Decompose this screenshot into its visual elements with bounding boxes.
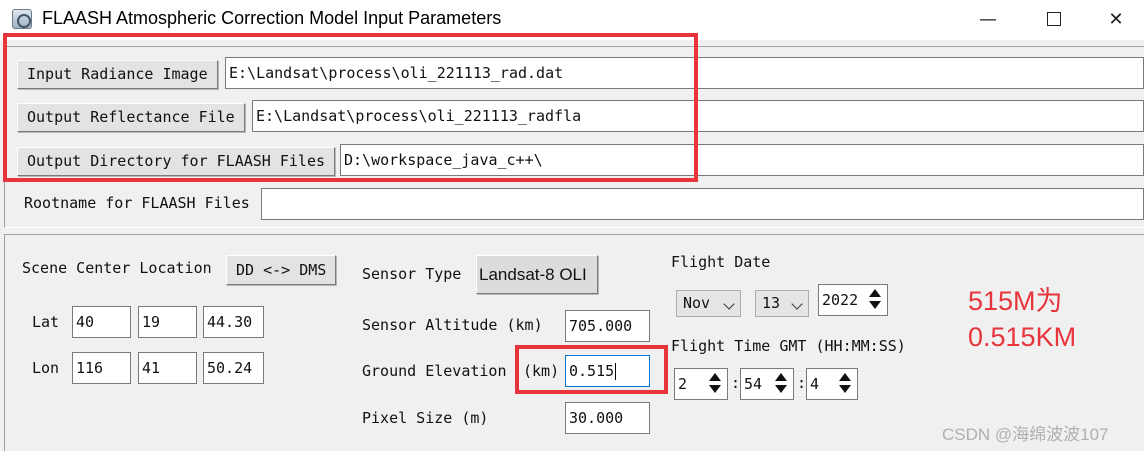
pixel-size-label: Pixel Size (m) — [362, 409, 489, 427]
time-separator: : — [797, 374, 807, 392]
sensor-altitude-label: Sensor Altitude (km) — [362, 316, 543, 334]
flight-hour-value: 2 — [678, 375, 688, 393]
close-button[interactable]: ✕ — [1086, 0, 1144, 40]
spinner-arrows-icon[interactable] — [705, 371, 725, 397]
lon-minutes-field[interactable]: 41 — [138, 352, 197, 384]
lat-label: Lat — [32, 313, 60, 331]
flight-year-spinner[interactable]: 2022 — [818, 284, 888, 316]
annotation-box-files — [3, 33, 698, 182]
flight-month-dropdown[interactable]: Nov — [676, 290, 741, 317]
window-title: FLAASH Atmospheric Correction Model Inpu… — [42, 8, 502, 28]
chevron-down-icon — [791, 298, 803, 310]
lon-seconds-field[interactable]: 50.24 — [203, 352, 264, 384]
sensor-altitude-field[interactable]: 705.000 — [565, 310, 650, 342]
lat-minutes-field[interactable]: 19 — [138, 306, 197, 338]
watermark: CSDN @海绵波波107 — [942, 425, 1109, 444]
annotation-note: 515M为 0.515KM — [968, 283, 1076, 355]
spinner-arrows-icon[interactable] — [865, 287, 885, 313]
spinner-arrows-icon[interactable] — [835, 371, 855, 397]
dd-dms-toggle-button[interactable]: DD <-> DMS — [226, 255, 337, 285]
flight-day-value: 13 — [762, 294, 781, 312]
app-icon — [12, 9, 32, 29]
maximize-button[interactable] — [1024, 0, 1084, 40]
flight-minute-spinner[interactable]: 54 — [740, 368, 794, 400]
annotation-line-2: 0.515KM — [968, 322, 1077, 352]
rootname-label: Rootname for FLAASH Files — [24, 194, 250, 212]
flight-date-label: Flight Date — [671, 253, 771, 271]
chevron-down-icon — [723, 298, 735, 310]
ground-elevation-label: Ground Elevation — [362, 362, 507, 380]
lat-degrees-field[interactable]: 40 — [72, 306, 131, 338]
scene-center-label: Scene Center Location — [22, 259, 212, 277]
rootname-field[interactable] — [261, 188, 1144, 220]
sensor-type-button[interactable]: Landsat-8 OLI — [476, 255, 598, 294]
flight-year-value: 2022 — [822, 291, 859, 309]
pixel-size-field[interactable]: 30.000 — [565, 402, 650, 434]
minimize-button[interactable]: — — [958, 0, 1018, 40]
flight-month-value: Nov — [683, 294, 711, 312]
sensor-type-label: Sensor Type — [362, 265, 462, 283]
flight-hour-spinner[interactable]: 2 — [674, 368, 728, 400]
flight-second-value: 4 — [810, 375, 820, 393]
flight-minute-value: 54 — [744, 375, 763, 393]
lon-degrees-field[interactable]: 116 — [72, 352, 131, 384]
annotation-box-elevation — [515, 345, 668, 394]
flight-time-label: Flight Time GMT (HH:MM:SS) — [671, 337, 906, 355]
lon-label: Lon — [32, 359, 60, 377]
flight-second-spinner[interactable]: 4 — [806, 368, 858, 400]
time-separator: : — [731, 374, 741, 392]
lat-seconds-field[interactable]: 44.30 — [203, 306, 264, 338]
maximize-icon — [1047, 11, 1061, 26]
flight-day-dropdown[interactable]: 13 — [755, 290, 809, 317]
spinner-arrows-icon[interactable] — [771, 371, 791, 397]
annotation-line-1: 515M为 — [968, 286, 1063, 316]
